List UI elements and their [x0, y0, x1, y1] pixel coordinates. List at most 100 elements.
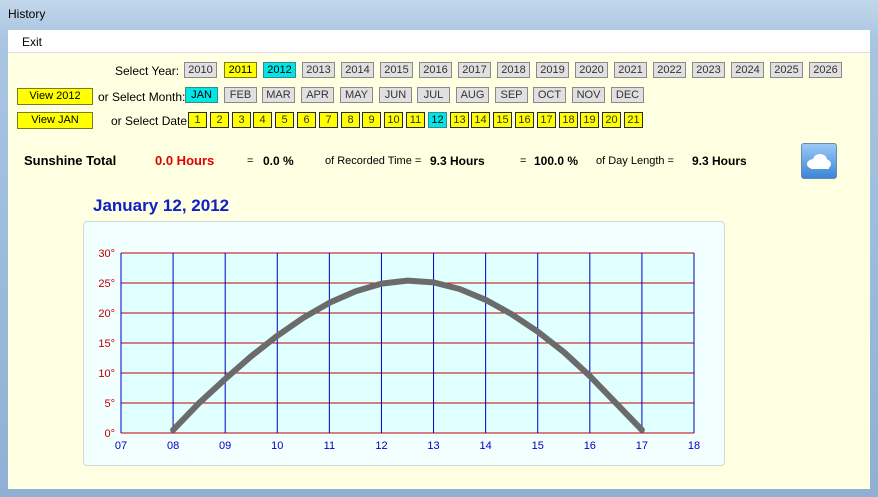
date-button-10[interactable]: 10 [384, 112, 403, 128]
year-button-2021[interactable]: 2021 [614, 62, 647, 78]
date-button-4[interactable]: 4 [253, 112, 272, 128]
title-bar: History [0, 0, 878, 30]
chart-area: 0° 5° 10° 15° 20° 25° 30° 07 08 09 10 11 12 13 14 15 16 1… [83, 221, 725, 466]
data-point [433, 281, 435, 283]
month-button-may[interactable]: MAY [340, 87, 373, 103]
month-button-dec[interactable]: DEC [611, 87, 644, 103]
date-button-8[interactable]: 8 [341, 112, 360, 128]
history-panel: Select Year: 2010 2011 2012 2013 2014 2015 201… [8, 53, 870, 489]
data-point [407, 280, 408, 282]
recorded-time-value: 9.3 Hours [430, 154, 485, 168]
date-button-5[interactable]: 5 [275, 112, 294, 128]
date-button-3[interactable]: 3 [232, 112, 251, 128]
x-tick-label: 17 [636, 440, 648, 452]
year-button-2016[interactable]: 2016 [419, 62, 452, 78]
data-point [641, 429, 643, 431]
date-button-14[interactable]: 14 [471, 112, 490, 128]
sunshine-pct-recorded: 0.0 % [263, 154, 294, 168]
day-length-value: 9.3 Hours [692, 154, 747, 168]
x-tick-label: 08 [167, 440, 179, 452]
date-button-16[interactable]: 16 [515, 112, 534, 128]
x-tick-label: 13 [427, 440, 439, 452]
month-button-jan[interactable]: JAN [185, 87, 218, 103]
x-tick-label: 11 [324, 440, 335, 452]
date-button-12[interactable]: 12 [428, 112, 447, 128]
data-point [198, 402, 200, 404]
year-button-2024[interactable]: 2024 [731, 62, 764, 78]
date-button-15[interactable]: 15 [493, 112, 512, 128]
chart-title: January 12, 2012 [93, 196, 230, 215]
data-point [537, 331, 539, 333]
month-button-aug[interactable]: AUG [456, 87, 489, 103]
month-button-nov[interactable]: NOV [572, 87, 605, 103]
data-point [615, 402, 617, 404]
year-button-2015[interactable]: 2015 [380, 62, 413, 78]
data-point [250, 355, 252, 357]
date-button-6[interactable]: 6 [297, 112, 316, 128]
date-button-13[interactable]: 13 [450, 112, 469, 128]
y-tick-label: 30° [98, 248, 115, 260]
year-button-2019[interactable]: 2019 [536, 62, 569, 78]
sunshine-total-label: Sunshine Total [24, 153, 117, 168]
month-button-apr[interactable]: APR [301, 87, 334, 103]
menu-bar: Exit [8, 30, 870, 53]
month-button-sep[interactable]: SEP [495, 87, 528, 103]
data-point [172, 429, 174, 431]
equals-1: = [247, 155, 254, 167]
data-point [302, 317, 304, 319]
year-button-2020[interactable]: 2020 [575, 62, 608, 78]
data-point [589, 375, 591, 377]
date-button-18[interactable]: 18 [559, 112, 578, 128]
year-button-2025[interactable]: 2025 [770, 62, 803, 78]
month-button-mar[interactable]: MAR [262, 87, 295, 103]
history-window: History Exit Select Year: 2010 2011 2012 20… [0, 0, 878, 497]
date-button-1[interactable]: 1 [188, 112, 207, 128]
data-point [224, 378, 226, 380]
month-button-jul[interactable]: JUL [417, 87, 450, 103]
y-tick-label: 5° [104, 398, 115, 410]
year-button-2022[interactable]: 2022 [653, 62, 686, 78]
month-button-jun[interactable]: JUN [379, 87, 412, 103]
y-tick-label: 0° [104, 428, 115, 440]
year-button-2026[interactable]: 2026 [809, 62, 842, 78]
year-button-2012[interactable]: 2012 [263, 62, 296, 78]
sunshine-hours: 0.0 Hours [155, 153, 215, 168]
view-year-button[interactable]: View 2012 [17, 88, 93, 105]
day-length-label: of Day Length = [596, 155, 674, 167]
year-button-2013[interactable]: 2013 [302, 62, 335, 78]
date-button-7[interactable]: 7 [319, 112, 338, 128]
weather-button[interactable] [801, 143, 837, 179]
month-button-oct[interactable]: OCT [533, 87, 566, 103]
date-button-21[interactable]: 21 [624, 112, 643, 128]
data-point [485, 299, 487, 301]
x-tick-label: 18 [688, 440, 700, 452]
date-button-2[interactable]: 2 [210, 112, 229, 128]
year-button-2014[interactable]: 2014 [341, 62, 374, 78]
x-tick-label: 07 [115, 440, 127, 452]
y-tick-label: 20° [98, 308, 115, 320]
date-button-11[interactable]: 11 [406, 112, 425, 128]
date-button-9[interactable]: 9 [362, 112, 381, 128]
x-tick-label: 10 [271, 440, 283, 452]
x-tick-label: 09 [219, 440, 231, 452]
x-tick-label: 12 [375, 440, 387, 452]
year-button-2010[interactable]: 2010 [184, 62, 217, 78]
data-point [459, 288, 461, 290]
data-point [276, 335, 278, 337]
view-month-button[interactable]: View JAN [17, 112, 93, 129]
data-point [563, 351, 565, 353]
year-button-2023[interactable]: 2023 [692, 62, 725, 78]
y-tick-label: 15° [98, 338, 115, 350]
menu-exit[interactable]: Exit [22, 35, 42, 49]
date-button-17[interactable]: 17 [537, 112, 556, 128]
year-button-2011[interactable]: 2011 [224, 62, 257, 78]
year-button-2018[interactable]: 2018 [497, 62, 530, 78]
window-title: History [8, 7, 46, 21]
date-button-20[interactable]: 20 [602, 112, 621, 128]
year-button-2017[interactable]: 2017 [458, 62, 491, 78]
select-date-label: or Select Date: [111, 114, 191, 128]
data-point [511, 313, 513, 315]
date-button-19[interactable]: 19 [580, 112, 599, 128]
month-button-feb[interactable]: FEB [224, 87, 257, 103]
sunshine-pct-daylength: 100.0 % [534, 154, 579, 168]
